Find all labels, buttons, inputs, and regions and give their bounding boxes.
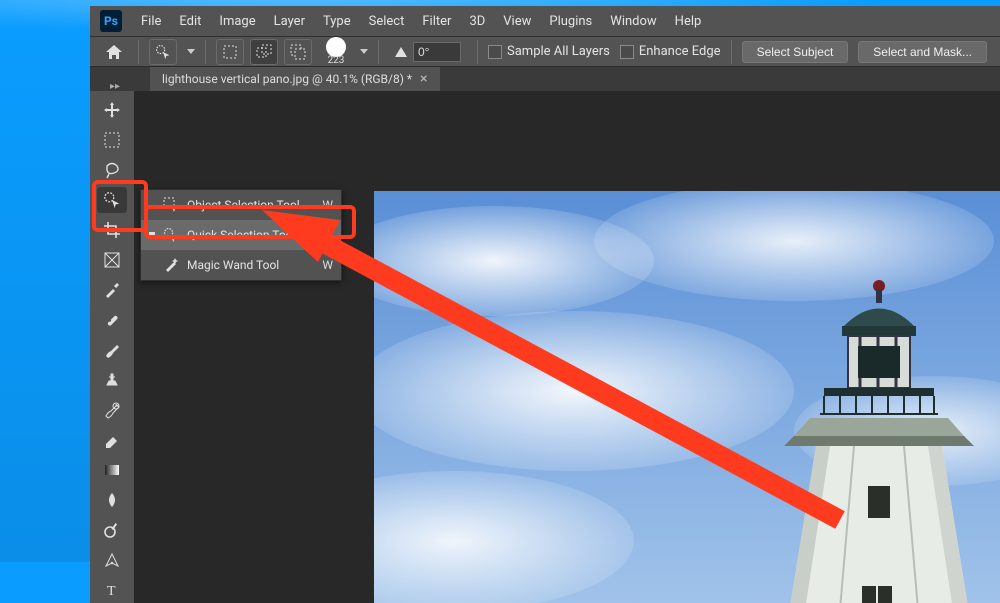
document-tab-bar: lighthouse vertical pano.jpg @ 40.1% (RG… [90,67,1000,91]
flyout-item-label: Quick Selection Tool [187,228,295,242]
flyout-item-label: Magic Wand Tool [187,258,279,272]
quick-selection-icon [163,227,179,243]
chevron-down-icon[interactable] [187,49,195,55]
selection-mode-group [216,39,312,65]
tool-flyout: Object Selection Tool W Quick Selection … [140,189,342,281]
svg-text:T: T [107,584,116,599]
menu-help[interactable]: Help [666,6,711,36]
angle-icon [395,47,407,57]
pen-tool[interactable] [97,547,127,573]
flyout-quick-selection[interactable]: Quick Selection Tool W [141,220,341,250]
add-selection-icon[interactable] [250,39,278,65]
menu-edit[interactable]: Edit [170,6,210,36]
eyedropper-tool[interactable] [97,277,127,303]
new-selection-icon[interactable] [216,39,244,65]
brush-size-value: 223 [328,55,345,66]
marquee-tool[interactable] [97,127,127,153]
close-icon[interactable]: × [420,71,427,87]
move-tool[interactable] [97,97,127,123]
flyout-shortcut: W [322,228,333,242]
blur-tool[interactable] [97,487,127,513]
subtract-selection-icon[interactable] [284,39,312,65]
menu-layer[interactable]: Layer [265,6,314,36]
menu-plugins[interactable]: Plugins [540,6,601,36]
brush-tool[interactable] [97,337,127,363]
sample-all-layers-checkbox[interactable]: Sample All Layers [488,44,610,59]
menu-bar: Ps File Edit Image Layer Type Select Fil… [90,6,1000,37]
enhance-edge-label: Enhance Edge [639,44,721,59]
quick-selection-tool[interactable] [97,187,127,213]
dodge-tool[interactable] [97,517,127,543]
work-area: T [90,91,1000,603]
brush-angle [389,42,467,62]
menu-file[interactable]: File [132,6,170,36]
magic-wand-icon [163,257,179,273]
history-brush-tool[interactable] [97,397,127,423]
menu-select[interactable]: Select [360,6,414,36]
flyout-shortcut: W [322,258,333,272]
menu-image[interactable]: Image [210,6,264,36]
brush-circle-icon [326,37,346,57]
quick-select-tool-icon[interactable] [149,39,177,65]
app-logo: Ps [100,10,122,32]
healing-brush-tool[interactable] [97,307,127,333]
menu-filter[interactable]: Filter [413,6,460,36]
menu-view[interactable]: View [494,6,540,36]
enhance-edge-checkbox[interactable]: Enhance Edge [620,44,721,59]
flyout-object-selection[interactable]: Object Selection Tool W [141,190,341,220]
clone-stamp-tool[interactable] [97,367,127,393]
document-image [374,191,1000,603]
brush-preset[interactable]: 223 [326,37,346,66]
angle-input[interactable] [413,42,461,62]
menu-type[interactable]: Type [314,6,360,36]
flyout-shortcut: W [322,198,333,212]
canvas[interactable] [134,91,1000,603]
home-button[interactable] [100,40,128,64]
frame-tool[interactable] [97,247,127,273]
type-tool[interactable]: T [97,577,127,603]
sample-all-layers-label: Sample All Layers [507,44,610,59]
panel-collapse-handle[interactable]: ▸▸ [90,78,140,94]
lasso-tool[interactable] [97,157,127,183]
object-selection-icon [163,197,179,213]
document-title: lighthouse vertical pano.jpg @ 40.1% (RG… [162,72,412,86]
select-and-mask-button[interactable]: Select and Mask... [858,41,987,63]
menu-3d[interactable]: 3D [460,6,494,36]
gradient-tool[interactable] [97,457,127,483]
options-bar: 223 Sample All Layers Enhance Edge Selec… [90,37,1000,67]
app-window: Ps File Edit Image Layer Type Select Fil… [90,6,1000,562]
active-indicator-icon [149,232,155,238]
menu-window[interactable]: Window [601,6,665,36]
flyout-magic-wand[interactable]: Magic Wand Tool W [141,250,341,280]
chevron-down-icon[interactable] [360,49,368,55]
select-subject-button[interactable]: Select Subject [742,41,849,63]
tools-panel: T [90,91,134,603]
crop-tool[interactable] [97,217,127,243]
flyout-item-label: Object Selection Tool [187,198,300,212]
document-tab[interactable]: lighthouse vertical pano.jpg @ 40.1% (RG… [150,67,440,91]
eraser-tool[interactable] [97,427,127,453]
